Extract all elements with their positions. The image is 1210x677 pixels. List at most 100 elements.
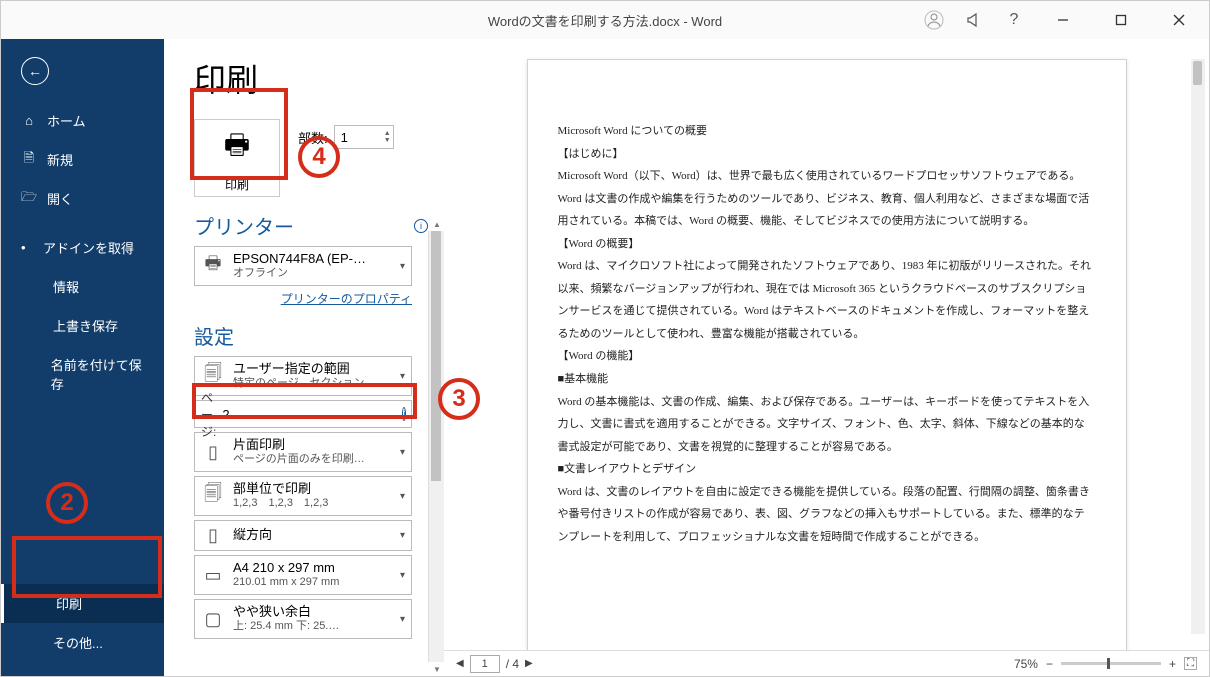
print-button-label: 印刷 [225, 176, 249, 193]
sidebar-label-home: ホーム [47, 111, 86, 130]
margins-selector[interactable]: ▢ やや狭い余白 上: 25.4 mm 下: 25.… ▾ [194, 599, 412, 639]
copies-spinner[interactable]: 1 ▲▼ [334, 125, 394, 149]
printer-icon: 🖶 [224, 124, 250, 172]
preview-paragraph: 【はじめに】 [558, 143, 1096, 166]
preview-scrollbar[interactable] [1191, 59, 1205, 634]
page-navigator: ◀ 1 / 4 ▶ [456, 655, 533, 673]
duplex-selector[interactable]: ▯ 片面印刷 ページの片面のみを印刷… ▾ [194, 432, 412, 472]
sidebar-item-saveas[interactable]: 名前を付けて保存 [1, 345, 164, 403]
backstage-sidebar: ⌂ ホーム 🗎 新規 🗁 開く アドインを取得 情報 上書き保存 名前を付けて保… [1, 39, 164, 676]
sidebar-label-info: 情報 [53, 277, 79, 296]
chevron-down-icon: ▾ [400, 530, 405, 541]
sidebar-item-save[interactable]: 上書き保存 [1, 306, 164, 345]
chevron-down-icon: ▾ [400, 570, 405, 581]
minimize-button[interactable] [1043, 5, 1083, 35]
sidebar-item-info[interactable]: 情報 [1, 267, 164, 306]
chevron-down-icon: ▾ [400, 447, 405, 458]
sidebar-item-other[interactable]: その他... [1, 623, 164, 662]
sidebar-item-new[interactable]: 🗎 新規 [1, 140, 164, 179]
print-scope-selector[interactable]: 🗐 ユーザー指定の範囲 特定のページ、セクション、… ▾ [194, 356, 412, 396]
settings-section-title: 設定 [194, 321, 428, 350]
home-icon: ⌂ [21, 113, 37, 129]
zoom-out-button[interactable]: − [1046, 657, 1053, 671]
collate-line2: 1,2,3 1,2,3 1,2,3 [233, 497, 392, 511]
preview-paragraph: Word の基本機能は、文書の作成、編集、および保存である。ユーザーは、キーボー… [558, 391, 1096, 459]
fit-page-button[interactable]: ⛶ [1184, 657, 1197, 670]
printer-section-title: プリンター i [194, 211, 428, 240]
info-icon[interactable]: i [414, 219, 428, 233]
zoom-value: 75% [1014, 657, 1038, 671]
zoom-slider[interactable] [1061, 662, 1161, 665]
sidebar-label-saveas: 名前を付けて保存 [51, 355, 144, 393]
paper-line1: A4 210 x 297 mm [233, 560, 392, 576]
sidebar-label-save: 上書き保存 [53, 316, 118, 335]
sidebar-item-addin[interactable]: アドインを取得 [1, 228, 164, 267]
sidebar-item-open[interactable]: 🗁 開く [1, 179, 164, 218]
collate-icon: 🗐 [201, 481, 225, 511]
sidebar-item-home[interactable]: ⌂ ホーム [1, 101, 164, 140]
orientation-selector[interactable]: ▯ 縦方向 ▾ [194, 520, 412, 551]
current-page-box[interactable]: 1 [470, 655, 500, 673]
margins-line1: やや狭い余白 [233, 604, 392, 620]
copies-label: 部数: [298, 128, 328, 147]
chevron-down-icon: ▾ [400, 614, 405, 625]
preview-statusbar: ◀ 1 / 4 ▶ 75% − + ⛶ [444, 650, 1209, 676]
titlebar: Wordの文書を印刷する方法.docx - Word ? [1, 1, 1209, 39]
sidebar-item-print[interactable]: 印刷 [1, 584, 164, 623]
pages-field-row: ページ: i [194, 400, 412, 428]
prev-page-button[interactable]: ◀ [456, 658, 464, 669]
chevron-down-icon: ▾ [400, 261, 405, 272]
zoom-controls: 75% − + ⛶ [1014, 657, 1197, 671]
page-title: 印刷 [194, 55, 428, 101]
close-button[interactable] [1159, 5, 1199, 35]
printer-properties-link[interactable]: プリンターのプロパティ [194, 290, 412, 307]
zoom-in-button[interactable]: + [1169, 657, 1176, 671]
copies-value: 1 [341, 130, 348, 145]
preview-paragraph: Word は、マイクロソフト社によって開発されたソフトウェアであり、1983 年… [558, 255, 1096, 345]
preview-paragraph: Microsoft Word（以下、Word）は、世界で最も広く使用されているワ… [558, 165, 1096, 233]
maximize-button[interactable] [1101, 5, 1141, 35]
sidebar-label-other: その他... [53, 633, 103, 652]
pages-label: ページ: [201, 389, 216, 440]
collate-selector[interactable]: 🗐 部単位で印刷 1,2,3 1,2,3 1,2,3 ▾ [194, 476, 412, 516]
chevron-down-icon: ▾ [400, 491, 405, 502]
preview-paragraph: 【Word の機能】 [558, 345, 1096, 368]
page-icon: ▯ [201, 442, 225, 463]
sidebar-label-new: 新規 [47, 150, 73, 169]
print-preview-area: Microsoft Word についての概要【はじめに】Microsoft Wo… [444, 39, 1209, 676]
account-icon[interactable] [923, 9, 945, 31]
sidebar-label-addin: アドインを取得 [43, 238, 134, 257]
duplex-line1: 片面印刷 [233, 437, 392, 453]
sidebar-label-print: 印刷 [56, 594, 82, 613]
chevron-down-icon: ▾ [400, 371, 405, 382]
sidebar-label-open: 開く [47, 189, 73, 208]
megaphone-icon[interactable] [963, 9, 985, 31]
info-icon[interactable]: i [402, 407, 406, 421]
printer-status: オフライン [233, 267, 392, 281]
total-pages: / 4 [506, 657, 519, 671]
preview-paragraph: Microsoft Word についての概要 [558, 120, 1096, 143]
preview-page: Microsoft Word についての概要【はじめに】Microsoft Wo… [527, 59, 1127, 650]
printer-selector[interactable]: 🖶 EPSON744F8A (EP-… オフライン ▾ [194, 246, 412, 286]
printer-name: EPSON744F8A (EP-… [233, 251, 392, 267]
printer-status-icon: 🖶 [201, 251, 225, 281]
back-button[interactable] [21, 57, 49, 85]
paper-size-selector[interactable]: ▭ A4 210 x 297 mm 210.01 mm x 297 mm ▾ [194, 555, 412, 595]
preview-paragraph: 【Word の概要】 [558, 233, 1096, 256]
settings-scrollbar[interactable]: ▲ ▼ [428, 231, 444, 662]
window-title: Wordの文書を印刷する方法.docx - Word [488, 11, 722, 30]
duplex-line2: ページの片面のみを印刷… [233, 453, 392, 467]
pages-input[interactable] [222, 401, 398, 427]
collate-line1: 部単位で印刷 [233, 481, 392, 497]
paper-icon: ▭ [201, 565, 225, 586]
help-icon[interactable]: ? [1003, 9, 1025, 31]
print-settings-panel: 印刷 🖶 印刷 部数: 1 ▲▼ プリンター i � [164, 39, 444, 676]
print-button[interactable]: 🖶 印刷 [194, 119, 280, 197]
orientation-line1: 縦方向 [233, 527, 392, 543]
margins-line2: 上: 25.4 mm 下: 25.… [233, 620, 392, 634]
preview-paragraph: Word は、文書のレイアウトを自由に設定できる機能を提供している。段落の配置、… [558, 481, 1096, 549]
next-page-button[interactable]: ▶ [525, 658, 533, 669]
scope-line2: 特定のページ、セクション、… [233, 377, 392, 391]
margins-icon: ▢ [201, 609, 225, 630]
scope-icon: 🗐 [201, 361, 225, 391]
